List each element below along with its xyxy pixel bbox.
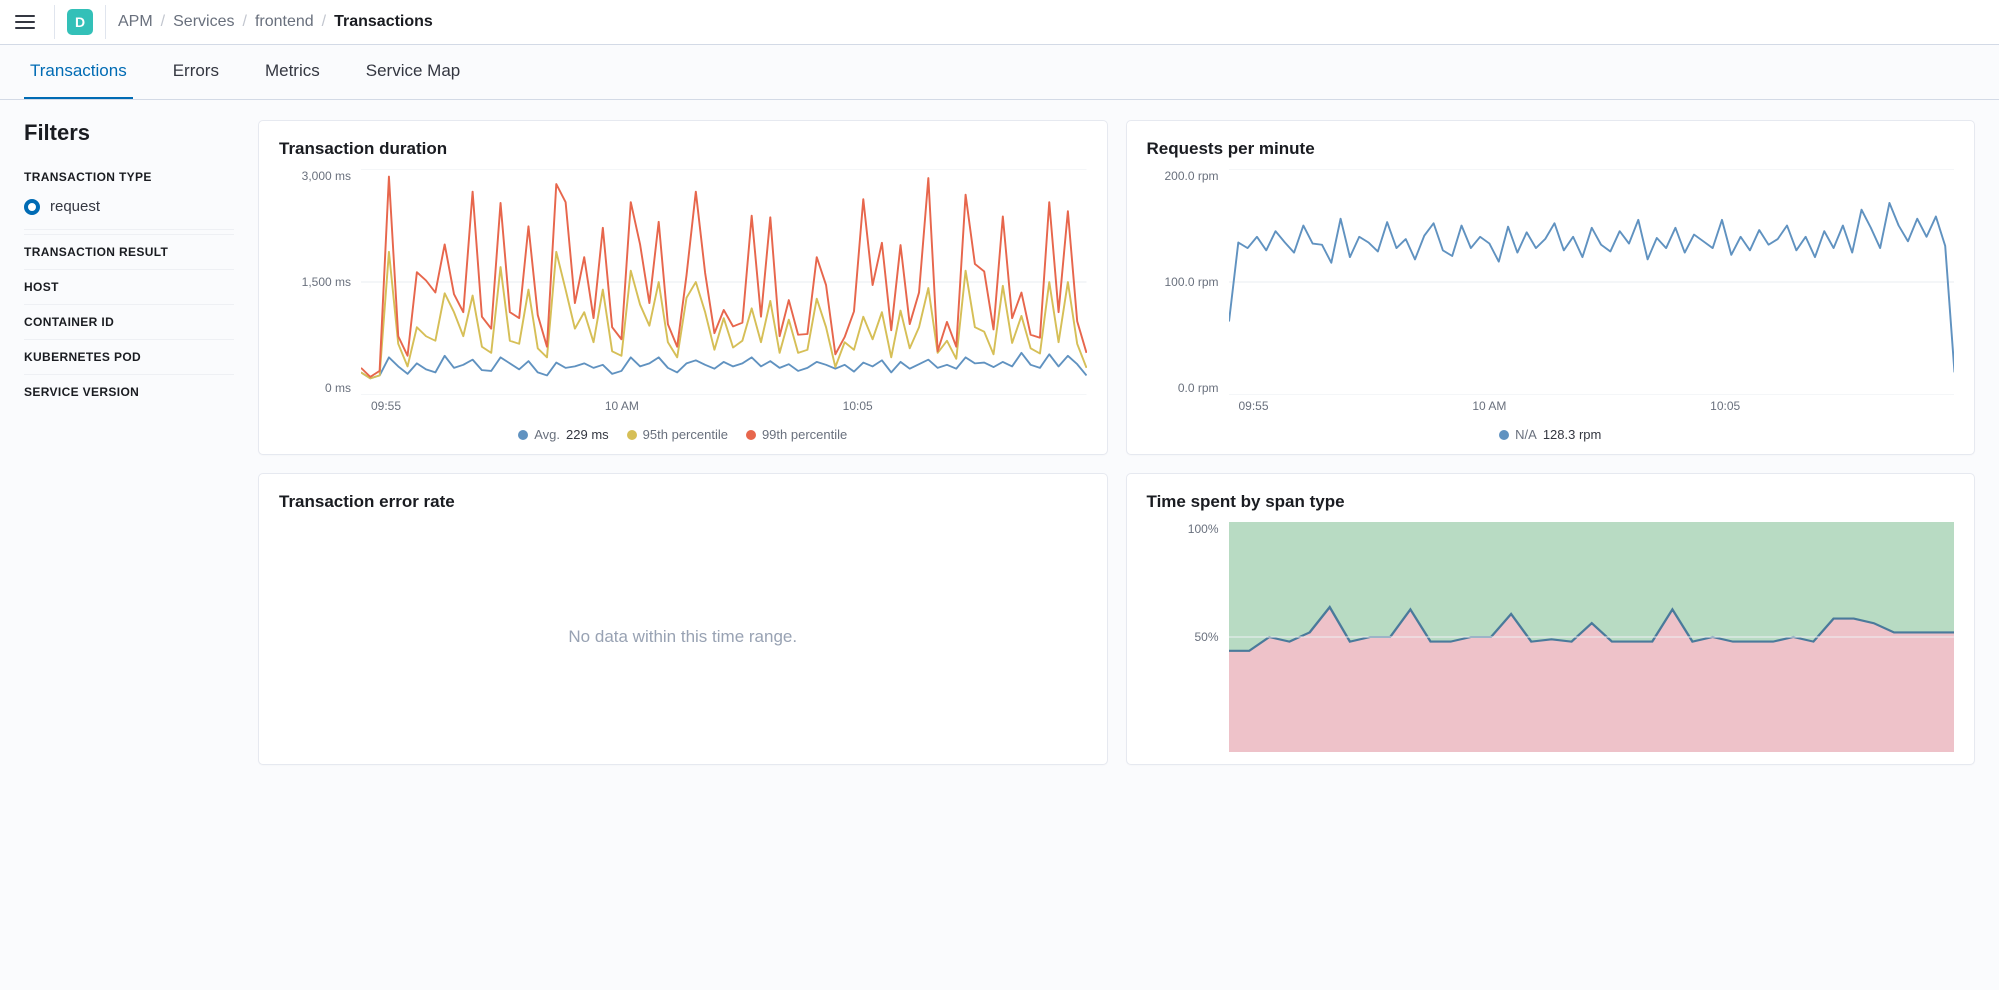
filter-section-kubernetes-pod[interactable]: KUBERNETES POD	[24, 339, 234, 374]
x-tick: 10:05	[1710, 399, 1740, 419]
breadcrumb-service-name[interactable]: frontend	[255, 13, 314, 31]
legend-item-p95[interactable]: 95th percentile	[627, 427, 728, 442]
chart-svg	[361, 169, 1087, 395]
y-tick: 1,500 ms	[279, 275, 351, 289]
tab-service-map[interactable]: Service Map	[360, 45, 466, 99]
chart-rpm[interactable]: 200.0 rpm 100.0 rpm 0.0 rpm 09:55 10 AM …	[1147, 169, 1955, 419]
panel-title: Transaction duration	[279, 139, 1087, 159]
divider	[54, 5, 55, 39]
filter-section-transaction-result[interactable]: TRANSACTION RESULT	[24, 234, 234, 269]
breadcrumb: APM / Services / frontend / Transactions	[118, 13, 433, 31]
legend-item-na[interactable]: N/A 128.3 rpm	[1499, 427, 1601, 442]
y-tick: 100%	[1147, 522, 1219, 536]
legend-dot	[746, 430, 756, 440]
filter-section-service-version[interactable]: SERVICE VERSION	[24, 374, 234, 409]
legend-dot	[627, 430, 637, 440]
y-tick: 0 ms	[279, 381, 351, 395]
filter-section-transaction-type: TRANSACTION TYPE	[24, 160, 234, 194]
y-axis-labels: 200.0 rpm 100.0 rpm 0.0 rpm	[1147, 169, 1225, 395]
x-axis-labels: 09:55 10 AM 10:05	[361, 399, 1087, 419]
tab-errors[interactable]: Errors	[167, 45, 225, 99]
tab-metrics[interactable]: Metrics	[259, 45, 326, 99]
hamburger-icon	[15, 15, 35, 29]
x-tick: 09:55	[1239, 399, 1269, 419]
breadcrumb-services[interactable]: Services	[173, 13, 234, 31]
y-tick: 100.0 rpm	[1147, 275, 1219, 289]
legend-label: Avg.	[534, 427, 560, 442]
chart-transaction-duration[interactable]: 3,000 ms 1,500 ms 0 ms 09:55 10 AM 10:05	[279, 169, 1087, 419]
menu-toggle-button[interactable]	[8, 5, 42, 39]
y-tick: 0.0 rpm	[1147, 381, 1219, 395]
charts-grid: Transaction duration 3,000 ms 1,500 ms 0…	[258, 120, 1975, 765]
page-body: Transactions Errors Metrics Service Map …	[0, 45, 1999, 990]
chart-legend: N/A 128.3 rpm	[1147, 427, 1955, 442]
radio-icon	[24, 199, 40, 215]
panel-requests-per-minute: Requests per minute 200.0 rpm 100.0 rpm …	[1126, 120, 1976, 455]
x-tick: 10 AM	[605, 399, 639, 419]
panel-error-rate: Transaction error rate No data within th…	[258, 473, 1108, 765]
y-tick: 200.0 rpm	[1147, 169, 1219, 183]
y-axis-labels: 100% 50%	[1147, 522, 1225, 728]
chart-svg	[1229, 169, 1955, 395]
y-axis-labels: 3,000 ms 1,500 ms 0 ms	[279, 169, 357, 395]
y-tick: 3,000 ms	[279, 169, 351, 183]
legend-item-p99[interactable]: 99th percentile	[746, 427, 847, 442]
filter-option-label: request	[50, 198, 100, 215]
breadcrumb-sep: /	[322, 13, 326, 31]
panel-transaction-duration: Transaction duration 3,000 ms 1,500 ms 0…	[258, 120, 1108, 455]
breadcrumb-sep: /	[242, 13, 246, 31]
legend-label: 95th percentile	[643, 427, 728, 442]
tab-bar: Transactions Errors Metrics Service Map	[0, 45, 1999, 100]
tab-transactions[interactable]: Transactions	[24, 45, 133, 99]
legend-label: N/A	[1515, 427, 1537, 442]
topbar: D APM / Services / frontend / Transactio…	[0, 0, 1999, 45]
y-tick: 50%	[1147, 630, 1219, 644]
legend-value: 128.3 rpm	[1543, 427, 1602, 442]
breadcrumb-apm[interactable]: APM	[118, 13, 153, 31]
legend-label: 99th percentile	[762, 427, 847, 442]
space-badge[interactable]: D	[67, 9, 93, 35]
filters-sidebar: Filters TRANSACTION TYPE request TRANSAC…	[24, 120, 234, 765]
filters-title: Filters	[24, 120, 234, 146]
legend-value: 229 ms	[566, 427, 609, 442]
x-axis-labels: 09:55 10 AM 10:05	[1229, 399, 1955, 419]
legend-dot	[518, 430, 528, 440]
filter-option-request[interactable]: request	[24, 194, 234, 230]
legend-dot	[1499, 430, 1509, 440]
breadcrumb-current: Transactions	[334, 13, 433, 31]
panel-title: Requests per minute	[1147, 139, 1955, 159]
breadcrumb-sep: /	[161, 13, 165, 31]
x-tick: 10:05	[843, 399, 873, 419]
chart-svg	[1229, 522, 1955, 752]
chart-legend: Avg. 229 ms 95th percentile 99th percent…	[279, 427, 1087, 442]
filter-section-host[interactable]: HOST	[24, 269, 234, 304]
empty-state-message: No data within this time range.	[279, 522, 1087, 752]
chart-span-type[interactable]: 100% 50%	[1147, 522, 1955, 752]
content-area: Filters TRANSACTION TYPE request TRANSAC…	[0, 100, 1999, 805]
x-tick: 10 AM	[1472, 399, 1506, 419]
panel-span-type: Time spent by span type 100% 50%	[1126, 473, 1976, 765]
panel-title: Time spent by span type	[1147, 492, 1955, 512]
legend-item-avg[interactable]: Avg. 229 ms	[518, 427, 608, 442]
divider	[105, 5, 106, 39]
x-tick: 09:55	[371, 399, 401, 419]
panel-title: Transaction error rate	[279, 492, 1087, 512]
filter-section-container-id[interactable]: CONTAINER ID	[24, 304, 234, 339]
